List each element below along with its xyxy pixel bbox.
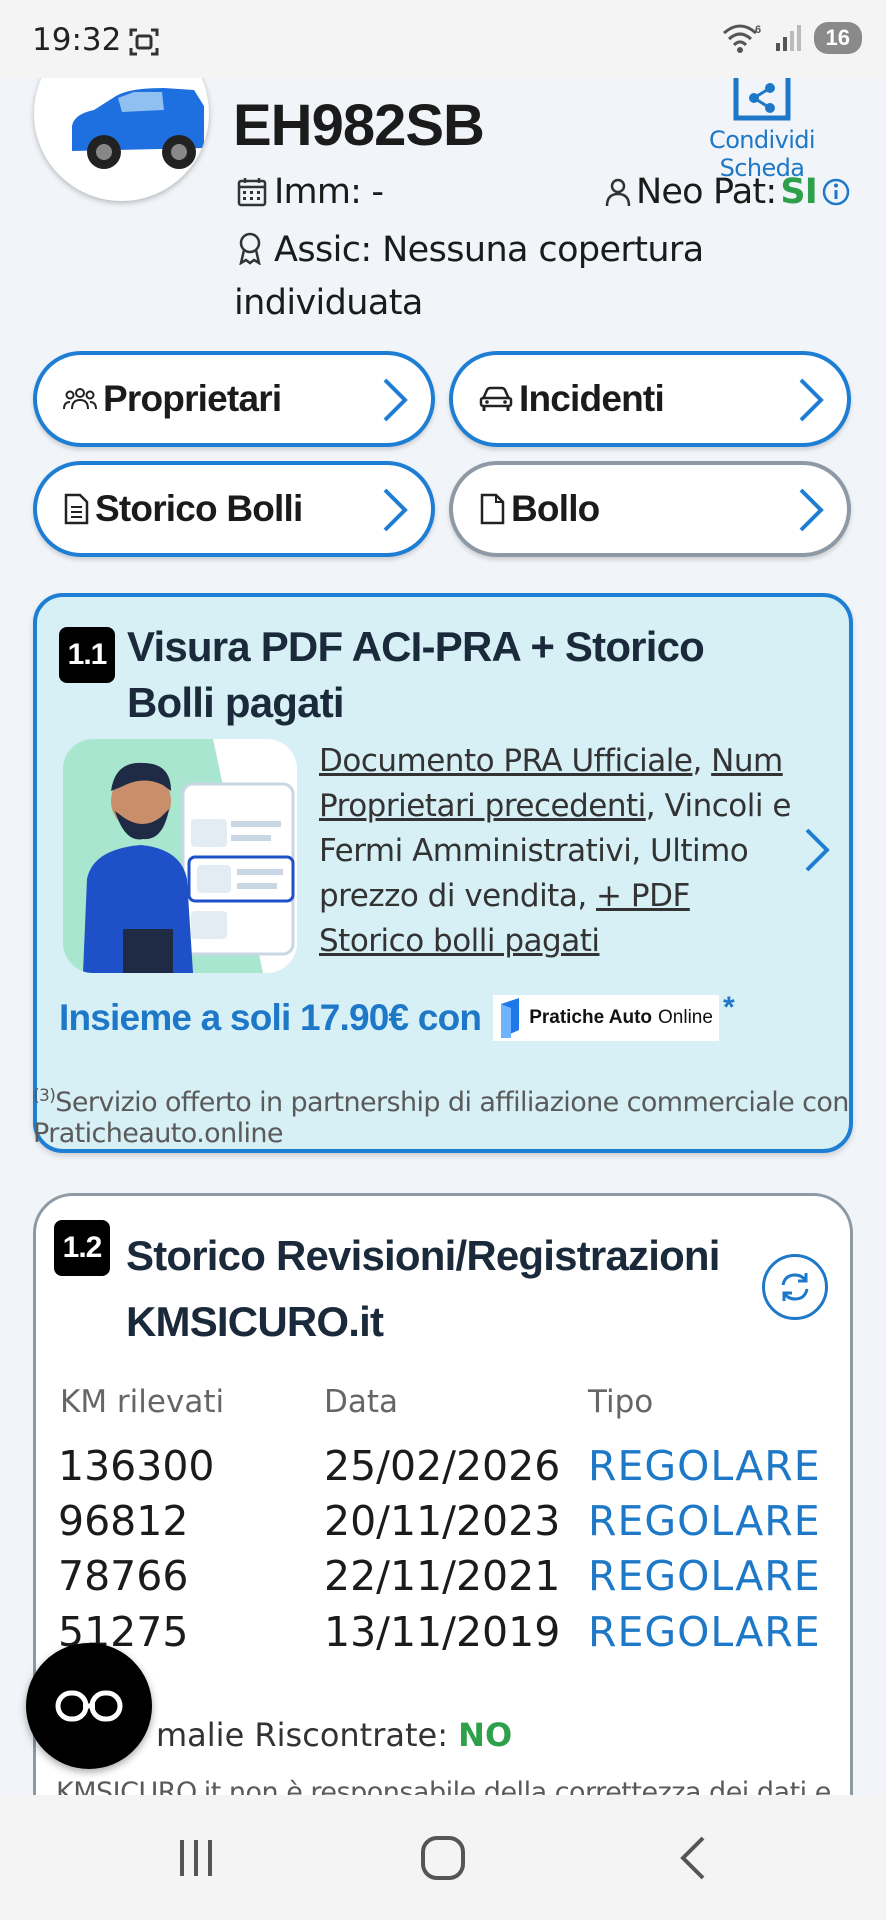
partnership-disclaimer: (3)Servizio offerto in partnership di af…	[33, 1086, 849, 1149]
neo-pat-value: SI	[780, 172, 817, 212]
pratiche-auto-logo: Pratiche Auto Online	[493, 995, 719, 1041]
section-badge: 1.1	[59, 627, 115, 683]
aci-card-title: Visura PDF ACI-PRA + Storico Bolli pagat…	[127, 623, 705, 726]
proprietari-label: Proprietari	[103, 378, 282, 419]
wifi-icon: 6	[722, 24, 761, 53]
illustration-image	[63, 739, 297, 973]
table-row: 136300 25/02/2026 REGOLARE	[58, 1442, 821, 1490]
column-header-km: KM rilevati	[60, 1384, 225, 1420]
calendar-icon	[237, 178, 267, 207]
table-row: 96812 20/11/2023 REGOLARE	[58, 1497, 821, 1545]
home-icon	[421, 1835, 465, 1880]
chevron-right-icon[interactable]	[801, 827, 831, 873]
kmsicuro-card-title: Storico Revisioni/Registrazioni KMSICURO…	[126, 1232, 720, 1345]
table-row: 78766 22/11/2021 REGOLARE	[58, 1552, 821, 1600]
chevron-right-icon	[799, 378, 824, 422]
imm-label: Imm: -	[274, 172, 384, 212]
assic-label: Assic: Nessuna copertura individuata	[234, 230, 704, 323]
aci-pra-card[interactable]: 1.1 Visura PDF ACI-PRA + Storico Bolli p…	[33, 593, 853, 1153]
incidenti-button[interactable]: Incidenti	[449, 351, 851, 447]
section-badge: 1.2	[54, 1220, 110, 1276]
column-header-tipo: Tipo	[588, 1384, 654, 1420]
navigation-bar	[0, 1795, 886, 1920]
recents-icon	[180, 1839, 212, 1876]
status-time: 19:32	[32, 22, 122, 58]
promo-text: Insieme a soli 17.90€ con	[59, 997, 482, 1038]
person-icon	[605, 178, 631, 207]
kmsicuro-note: KMSICURO.it non è responsabile della cor…	[56, 1777, 831, 1795]
info-icon[interactable]	[821, 177, 851, 207]
document-icon	[64, 493, 89, 525]
imm-row: Imm: -	[236, 172, 384, 212]
bollo-label: Bollo	[511, 488, 600, 529]
neo-pat-label: Neo Pat:	[636, 172, 777, 212]
status-bar: 19:32 6 16	[0, 0, 886, 78]
asterisk: *	[722, 991, 735, 1024]
aci-card-description: Documento PRA Ufficiale, Num Proprietari…	[319, 743, 791, 959]
back-button[interactable]	[632, 1795, 752, 1920]
share-icon	[733, 78, 791, 121]
storico-bolli-label: Storico Bolli	[95, 488, 303, 529]
glasses-icon	[55, 1690, 123, 1722]
column-header-data: Data	[324, 1384, 399, 1420]
recents-button[interactable]	[136, 1795, 256, 1920]
screenshot-icon	[129, 28, 159, 56]
table-row: 51275 13/11/2019 REGOLARE	[58, 1608, 821, 1656]
link-documento-pra[interactable]: Documento PRA Ufficiale	[319, 743, 693, 779]
refresh-icon	[781, 1273, 809, 1301]
page-content: EH982SB Condividi Scheda Imm: - Neo Pat:…	[0, 78, 886, 1795]
refresh-button[interactable]	[762, 1254, 828, 1320]
chevron-right-icon	[383, 378, 408, 422]
storico-bolli-button[interactable]: Storico Bolli	[33, 461, 435, 557]
bollo-button[interactable]: Bollo	[449, 461, 851, 557]
signal-icon	[775, 25, 801, 51]
promo-row: Insieme a soli 17.90€ con Pratiche Auto O…	[59, 991, 735, 1041]
document-icon	[480, 493, 505, 525]
share-button[interactable]: Condividi Scheda	[672, 78, 852, 182]
battery-icon: 16	[813, 22, 862, 54]
vehicle-avatar	[34, 78, 209, 201]
reading-mode-button[interactable]	[26, 1643, 152, 1769]
home-button[interactable]	[383, 1795, 503, 1920]
anomalie-row: malie Riscontrate: NO	[156, 1716, 513, 1754]
assic-row: Assic: Nessuna copertura individuata	[234, 224, 794, 330]
award-icon	[239, 232, 261, 266]
proprietari-button[interactable]: Proprietari	[33, 351, 435, 447]
plate-number: EH982SB	[233, 93, 485, 158]
chevron-right-icon	[383, 488, 408, 532]
back-icon	[680, 1836, 705, 1879]
anomalie-value: NO	[458, 1716, 513, 1754]
neo-pat-row: Neo Pat: SI	[604, 172, 851, 212]
car-icon	[479, 386, 513, 411]
incidenti-label: Incidenti	[519, 378, 665, 419]
svg-text:6: 6	[755, 24, 761, 36]
group-icon	[63, 388, 97, 410]
kmsicuro-card: 1.2 Storico Revisioni/Registrazioni KMSI…	[33, 1193, 853, 1795]
chevron-right-icon	[799, 488, 824, 532]
